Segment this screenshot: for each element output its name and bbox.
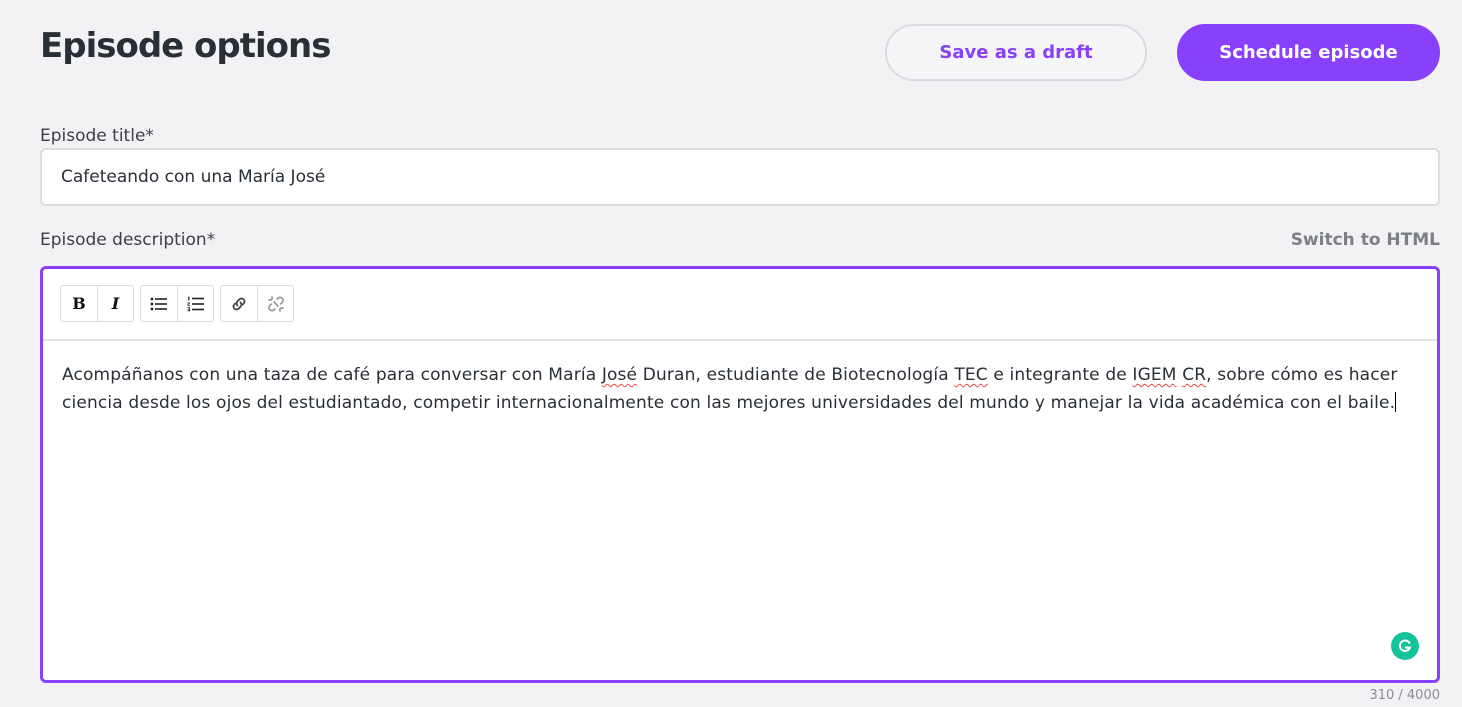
link-button[interactable] <box>221 286 257 321</box>
text-caret <box>1395 392 1397 412</box>
misspelled-word: IGEM <box>1132 365 1177 385</box>
switch-to-html-link[interactable]: Switch to HTML <box>1291 230 1440 250</box>
link-icon <box>232 297 246 310</box>
misspelled-word: José <box>601 365 638 385</box>
description-editor[interactable]: B I Acompáñanos con una taza de café par… <box>40 266 1440 683</box>
list-group <box>140 285 214 322</box>
unlink-button[interactable] <box>257 286 293 321</box>
link-group <box>220 285 294 322</box>
bulleted-list-button[interactable] <box>141 286 177 321</box>
italic-button[interactable]: I <box>97 286 133 321</box>
bold-button[interactable]: B <box>61 286 97 321</box>
numbered-list-icon <box>187 296 204 311</box>
page-title: Episode options <box>40 26 331 66</box>
grammarly-icon[interactable] <box>1391 632 1419 660</box>
schedule-episode-button[interactable]: Schedule episode <box>1177 24 1440 81</box>
text-segment: Acompáñanos con una taza de café para co… <box>62 365 602 385</box>
character-counter: 310 / 4000 <box>1369 688 1440 703</box>
misspelled-word: TEC <box>954 365 988 385</box>
misspelled-word: CR <box>1182 365 1207 385</box>
description-text[interactable]: Acompáñanos con una taza de café para co… <box>43 341 1437 417</box>
numbered-list-button[interactable] <box>177 286 213 321</box>
bold-icon: B <box>72 294 86 313</box>
episode-description-label: Episode description* <box>40 230 216 250</box>
grammarly-g-icon <box>1398 639 1412 652</box>
unlink-icon <box>267 295 284 312</box>
bulleted-list-icon <box>150 297 167 310</box>
text-segment: e integrante de <box>987 365 1133 385</box>
text-segment: Duran, estudiante de Biotecnología <box>637 365 955 385</box>
episode-title-input[interactable] <box>40 148 1440 206</box>
format-group: B I <box>60 285 134 322</box>
italic-icon: I <box>111 294 120 313</box>
episode-title-label: Episode title* <box>40 126 154 146</box>
editor-toolbar: B I <box>43 269 1437 341</box>
save-draft-button[interactable]: Save as a draft <box>885 24 1147 81</box>
